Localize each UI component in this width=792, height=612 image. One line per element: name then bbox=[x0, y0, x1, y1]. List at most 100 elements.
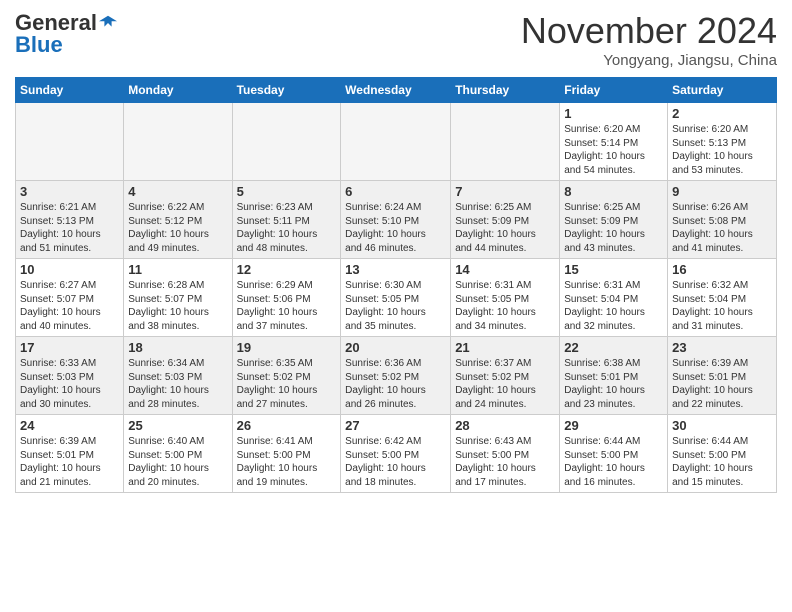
logo: General Blue bbox=[15, 10, 117, 58]
day-number: 15 bbox=[564, 262, 663, 277]
day-number: 8 bbox=[564, 184, 663, 199]
day-info: Sunrise: 6:31 AM Sunset: 5:04 PM Dayligh… bbox=[564, 280, 645, 332]
day-info: Sunrise: 6:39 AM Sunset: 5:01 PM Dayligh… bbox=[20, 436, 101, 488]
calendar-day-cell: 3Sunrise: 6:21 AM Sunset: 5:13 PM Daylig… bbox=[16, 181, 124, 259]
calendar-day-cell: 17 Sunrise: 6:33 AM Sunset: 5:03 PM Dayli… bbox=[16, 337, 124, 415]
day-info: Sunrise: 6:27 AM Sunset: 5:07 PM Dayligh… bbox=[20, 280, 101, 332]
calendar-day-cell: 4 Sunrise: 6:22 AM Sunset: 5:12 PM Daylig… bbox=[124, 181, 232, 259]
day-info: Sunrise: 6:38 AM Sunset: 5:01 PM Dayligh… bbox=[564, 358, 645, 410]
calendar-day-cell: 18 Sunrise: 6:34 AM Sunset: 5:03 PM Dayli… bbox=[124, 337, 232, 415]
day-number: 29 bbox=[564, 418, 663, 433]
day-number: 14 bbox=[455, 262, 555, 277]
day-info: Sunrise: 6:34 AM Sunset: 5:03 PM Dayligh… bbox=[128, 358, 209, 410]
calendar-day-cell: 10 Sunrise: 6:27 AM Sunset: 5:07 PM Dayli… bbox=[16, 259, 124, 337]
day-number: 25 bbox=[128, 418, 227, 433]
calendar-day-cell bbox=[341, 103, 451, 181]
day-info: Sunrise: 6:30 AM Sunset: 5:05 PM Dayligh… bbox=[345, 280, 426, 332]
title-block: November 2024 Yongyang, Jiangsu, China bbox=[521, 10, 777, 69]
day-number: 9 bbox=[672, 184, 772, 199]
day-number: 21 bbox=[455, 340, 555, 355]
day-info: Sunrise: 6:40 AM Sunset: 5:00 PM Dayligh… bbox=[128, 436, 209, 488]
weekday-header-wednesday: Wednesday bbox=[341, 78, 451, 103]
calendar-day-cell: 11 Sunrise: 6:28 AM Sunset: 5:07 PM Dayli… bbox=[124, 259, 232, 337]
day-info: Sunrise: 6:43 AM Sunset: 5:00 PM Dayligh… bbox=[455, 436, 536, 488]
weekday-header-thursday: Thursday bbox=[451, 78, 560, 103]
day-info: Sunrise: 6:31 AM Sunset: 5:05 PM Dayligh… bbox=[455, 280, 536, 332]
day-info: Sunrise: 6:25 AM Sunset: 5:09 PM Dayligh… bbox=[564, 202, 645, 254]
calendar-week-row: 3Sunrise: 6:21 AM Sunset: 5:13 PM Daylig… bbox=[16, 181, 777, 259]
weekday-header-sunday: Sunday bbox=[16, 78, 124, 103]
calendar-table: SundayMondayTuesdayWednesdayThursdayFrid… bbox=[15, 77, 777, 493]
calendar-week-row: 10 Sunrise: 6:27 AM Sunset: 5:07 PM Dayli… bbox=[16, 259, 777, 337]
location-text: Yongyang, Jiangsu, China bbox=[521, 52, 777, 69]
day-number: 28 bbox=[455, 418, 555, 433]
page-header: General Blue November 2024 Yongyang, Jia… bbox=[15, 10, 777, 69]
day-info: Sunrise: 6:29 AM Sunset: 5:06 PM Dayligh… bbox=[237, 280, 318, 332]
calendar-day-cell: 13 Sunrise: 6:30 AM Sunset: 5:05 PM Dayli… bbox=[341, 259, 451, 337]
calendar-day-cell: 7Sunrise: 6:25 AM Sunset: 5:09 PM Daylig… bbox=[451, 181, 560, 259]
calendar-day-cell: 24 Sunrise: 6:39 AM Sunset: 5:01 PM Dayli… bbox=[16, 415, 124, 493]
day-info: Sunrise: 6:22 AM Sunset: 5:12 PM Dayligh… bbox=[128, 202, 209, 254]
day-info: Sunrise: 6:42 AM Sunset: 5:00 PM Dayligh… bbox=[345, 436, 426, 488]
calendar-day-cell: 21 Sunrise: 6:37 AM Sunset: 5:02 PM Dayli… bbox=[451, 337, 560, 415]
day-info: Sunrise: 6:44 AM Sunset: 5:00 PM Dayligh… bbox=[564, 436, 645, 488]
calendar-day-cell: 1Sunrise: 6:20 AM Sunset: 5:14 PM Daylig… bbox=[560, 103, 668, 181]
day-info: Sunrise: 6:33 AM Sunset: 5:03 PM Dayligh… bbox=[20, 358, 101, 410]
day-number: 12 bbox=[237, 262, 337, 277]
day-number: 4 bbox=[128, 184, 227, 199]
calendar-day-cell: 9 Sunrise: 6:26 AM Sunset: 5:08 PM Daylig… bbox=[668, 181, 777, 259]
day-number: 23 bbox=[672, 340, 772, 355]
day-number: 19 bbox=[237, 340, 337, 355]
logo-bird-icon bbox=[99, 14, 117, 32]
calendar-week-row: 17 Sunrise: 6:33 AM Sunset: 5:03 PM Dayli… bbox=[16, 337, 777, 415]
calendar-day-cell: 16 Sunrise: 6:32 AM Sunset: 5:04 PM Dayli… bbox=[668, 259, 777, 337]
month-title: November 2024 bbox=[521, 10, 777, 52]
calendar-day-cell: 12 Sunrise: 6:29 AM Sunset: 5:06 PM Dayli… bbox=[232, 259, 341, 337]
day-number: 10 bbox=[20, 262, 119, 277]
calendar-week-row: 1Sunrise: 6:20 AM Sunset: 5:14 PM Daylig… bbox=[16, 103, 777, 181]
day-info: Sunrise: 6:37 AM Sunset: 5:02 PM Dayligh… bbox=[455, 358, 536, 410]
day-info: Sunrise: 6:44 AM Sunset: 5:00 PM Dayligh… bbox=[672, 436, 753, 488]
calendar-week-row: 24 Sunrise: 6:39 AM Sunset: 5:01 PM Dayli… bbox=[16, 415, 777, 493]
day-info: Sunrise: 6:26 AM Sunset: 5:08 PM Dayligh… bbox=[672, 202, 753, 254]
calendar-day-cell bbox=[232, 103, 341, 181]
calendar-day-cell: 19 Sunrise: 6:35 AM Sunset: 5:02 PM Dayli… bbox=[232, 337, 341, 415]
day-number: 6 bbox=[345, 184, 446, 199]
day-number: 2 bbox=[672, 106, 772, 121]
weekday-header-saturday: Saturday bbox=[668, 78, 777, 103]
calendar-day-cell: 29 Sunrise: 6:44 AM Sunset: 5:00 PM Dayli… bbox=[560, 415, 668, 493]
weekday-header-tuesday: Tuesday bbox=[232, 78, 341, 103]
day-info: Sunrise: 6:20 AM Sunset: 5:13 PM Dayligh… bbox=[672, 124, 753, 176]
day-number: 26 bbox=[237, 418, 337, 433]
calendar-day-cell: 8 Sunrise: 6:25 AM Sunset: 5:09 PM Daylig… bbox=[560, 181, 668, 259]
day-number: 24 bbox=[20, 418, 119, 433]
day-number: 18 bbox=[128, 340, 227, 355]
calendar-day-cell bbox=[16, 103, 124, 181]
day-info: Sunrise: 6:25 AM Sunset: 5:09 PM Dayligh… bbox=[455, 202, 536, 254]
day-info: Sunrise: 6:36 AM Sunset: 5:02 PM Dayligh… bbox=[345, 358, 426, 410]
calendar-day-cell: 22Sunrise: 6:38 AM Sunset: 5:01 PM Dayli… bbox=[560, 337, 668, 415]
calendar-day-cell: 30Sunrise: 6:44 AM Sunset: 5:00 PM Dayli… bbox=[668, 415, 777, 493]
day-number: 11 bbox=[128, 262, 227, 277]
calendar-day-cell: 26Sunrise: 6:41 AM Sunset: 5:00 PM Dayli… bbox=[232, 415, 341, 493]
day-number: 16 bbox=[672, 262, 772, 277]
day-number: 5 bbox=[237, 184, 337, 199]
calendar-day-cell bbox=[124, 103, 232, 181]
day-number: 27 bbox=[345, 418, 446, 433]
day-info: Sunrise: 6:35 AM Sunset: 5:02 PM Dayligh… bbox=[237, 358, 318, 410]
day-number: 20 bbox=[345, 340, 446, 355]
day-info: Sunrise: 6:28 AM Sunset: 5:07 PM Dayligh… bbox=[128, 280, 209, 332]
day-number: 13 bbox=[345, 262, 446, 277]
day-number: 17 bbox=[20, 340, 119, 355]
calendar-day-cell bbox=[451, 103, 560, 181]
weekday-header-row: SundayMondayTuesdayWednesdayThursdayFrid… bbox=[16, 78, 777, 103]
logo-blue-text: Blue bbox=[15, 32, 63, 58]
weekday-header-monday: Monday bbox=[124, 78, 232, 103]
day-info: Sunrise: 6:23 AM Sunset: 5:11 PM Dayligh… bbox=[237, 202, 318, 254]
weekday-header-friday: Friday bbox=[560, 78, 668, 103]
calendar-day-cell: 28 Sunrise: 6:43 AM Sunset: 5:00 PM Dayli… bbox=[451, 415, 560, 493]
calendar-day-cell: 25 Sunrise: 6:40 AM Sunset: 5:00 PM Dayli… bbox=[124, 415, 232, 493]
day-number: 1 bbox=[564, 106, 663, 121]
day-info: Sunrise: 6:21 AM Sunset: 5:13 PM Dayligh… bbox=[20, 202, 101, 254]
day-info: Sunrise: 6:32 AM Sunset: 5:04 PM Dayligh… bbox=[672, 280, 753, 332]
